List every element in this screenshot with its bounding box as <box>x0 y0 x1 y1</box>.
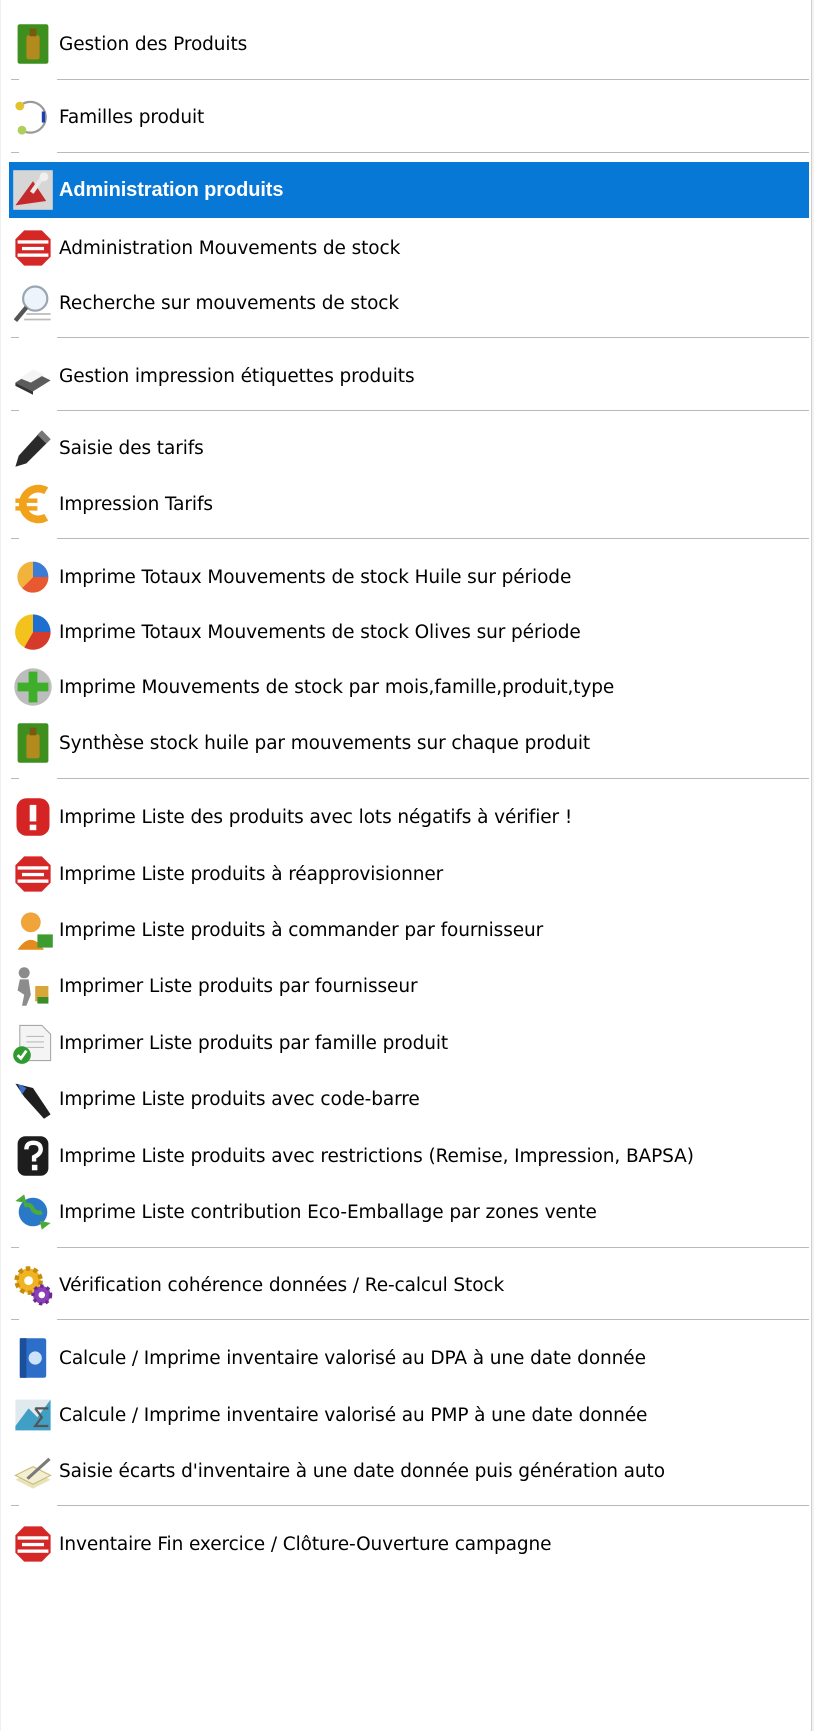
gears-icon <box>9 1261 57 1309</box>
menu-item-restrictions[interactable]: Imprime Liste produits avec restrictions… <box>9 1128 809 1184</box>
oil-bottle-icon <box>9 719 57 767</box>
stock-out-icon <box>9 850 57 898</box>
separator <box>11 79 809 80</box>
menu-item-produits-par-famille[interactable]: Imprimer Liste produits par famille prod… <box>9 1015 809 1071</box>
menu-item-label: Calcule / Imprime inventaire valorisé au… <box>59 1404 648 1426</box>
warning-icon <box>9 793 57 841</box>
menu-item-lots-negatifs[interactable]: Imprime Liste des produits avec lots nég… <box>9 789 809 845</box>
menu-item-label: Imprime Liste produits à commander par f… <box>59 919 544 941</box>
menu-item-label: Saisie des tarifs <box>59 437 204 459</box>
menu-item-label: Recherche sur mouvements de stock <box>59 292 399 314</box>
menu-item-totaux-huile[interactable]: Imprime Totaux Mouvements de stock Huile… <box>9 549 809 605</box>
oil-bottle-icon <box>9 20 57 68</box>
menu-item-label: Synthèse stock huile par mouvements sur … <box>59 732 591 754</box>
menu-item-saisie-tarifs[interactable]: Saisie des tarifs <box>9 420 809 476</box>
menu-item-label: Familles produit <box>59 106 205 128</box>
menu-item-label: Impression Tarifs <box>59 493 213 515</box>
pie-chart-3d-icon <box>9 608 57 656</box>
separator <box>11 538 809 539</box>
menu-item-reapprovisionner[interactable]: Imprime Liste produits à réapprovisionne… <box>9 846 809 902</box>
separator <box>11 1247 809 1248</box>
separator <box>11 1319 809 1320</box>
pie-chart-icon <box>9 553 57 601</box>
menu-item-code-barre[interactable]: Imprime Liste produits avec code-barre <box>9 1071 809 1127</box>
label-printer-icon <box>9 352 57 400</box>
menu-item-label: Imprime Liste produits avec code-barre <box>59 1088 420 1110</box>
menu-item-label: Imprime Liste des produits avec lots nég… <box>59 806 573 828</box>
menu-item-label: Imprime Liste contribution Eco-Emballage… <box>59 1201 597 1223</box>
separator <box>11 337 809 338</box>
euro-icon <box>9 480 57 528</box>
stock-out-icon <box>9 224 57 272</box>
add-green-icon <box>9 663 57 711</box>
delivery-man-icon <box>9 962 57 1010</box>
menu-item-label: Imprime Totaux Mouvements de stock Huile… <box>59 566 572 588</box>
menu-item-commander-fournisseur[interactable]: Imprime Liste produits à commander par f… <box>9 902 809 958</box>
menu-item-inventaire-pmp[interactable]: Calcule / Imprime inventaire valorisé au… <box>9 1387 809 1443</box>
menu-item-gestion-produits[interactable]: Gestion des Produits <box>9 16 809 72</box>
menu-item-label: Calcule / Imprime inventaire valorisé au… <box>59 1347 646 1369</box>
menu-item-label: Vérification cohérence données / Re-calc… <box>59 1274 505 1296</box>
menu-item-mouvements-par-mois[interactable]: Imprime Mouvements de stock par mois,fam… <box>9 659 809 715</box>
menu-item-label: Imprimer Liste produits par famille prod… <box>59 1032 449 1054</box>
separator <box>11 152 809 153</box>
menu-item-impression-etiquettes[interactable]: Gestion impression étiquettes produits <box>9 348 809 404</box>
supplier-person-icon <box>9 906 57 954</box>
stock-out-icon <box>9 1520 57 1568</box>
blue-book-icon <box>9 1334 57 1382</box>
menu-item-label: Gestion des Produits <box>59 33 248 55</box>
menu-item-inventaire-fin-exercice[interactable]: Inventaire Fin exercice / Clôture-Ouvert… <box>9 1516 809 1572</box>
product-family-icon <box>9 93 57 141</box>
menu-item-administration-produits[interactable]: Administration produits <box>9 162 809 218</box>
pen-icon <box>9 424 57 472</box>
menu-item-recherche-mouvements[interactable]: Recherche sur mouvements de stock <box>9 275 809 331</box>
menu-item-label: Gestion impression étiquettes produits <box>59 365 415 387</box>
document-check-icon <box>9 1019 57 1067</box>
menu-item-eco-emballage[interactable]: Imprime Liste contribution Eco-Emballage… <box>9 1184 809 1240</box>
magnifier-icon <box>9 279 57 327</box>
separator <box>11 410 809 411</box>
edit-notes-icon <box>9 1447 57 1495</box>
menu-item-label: Administration produits <box>59 178 284 201</box>
stock-menu: Gestion des Produits Familles produit Ad… <box>0 0 814 1731</box>
barcode-scanner-icon <box>9 1075 57 1123</box>
recycle-globe-icon <box>9 1188 57 1236</box>
menu-item-verification-coherence[interactable]: Vérification cohérence données / Re-calc… <box>9 1257 809 1313</box>
menu-item-label: Administration Mouvements de stock <box>59 237 401 259</box>
admin-tools-icon <box>9 166 57 214</box>
menu-item-label: Imprime Liste produits à réapprovisionne… <box>59 863 444 885</box>
menu-item-synthese-huile[interactable]: Synthèse stock huile par mouvements sur … <box>9 715 809 771</box>
sigma-icon <box>9 1391 57 1439</box>
menu-item-label: Inventaire Fin exercice / Clôture-Ouvert… <box>59 1533 552 1555</box>
menu-item-impression-tarifs[interactable]: Impression Tarifs <box>9 476 809 532</box>
separator <box>11 778 809 779</box>
menu-item-familles-produit[interactable]: Familles produit <box>9 89 809 145</box>
menu-item-administration-mouvements[interactable]: Administration Mouvements de stock <box>9 220 809 276</box>
separator <box>11 1505 809 1506</box>
menu-item-label: Imprime Liste produits avec restrictions… <box>59 1145 694 1167</box>
menu-item-inventaire-dpa[interactable]: Calcule / Imprime inventaire valorisé au… <box>9 1330 809 1386</box>
menu-item-label: Imprime Totaux Mouvements de stock Olive… <box>59 621 581 643</box>
menu-item-totaux-olives[interactable]: Imprime Totaux Mouvements de stock Olive… <box>9 604 809 660</box>
menu-item-label: Saisie écarts d'inventaire à une date do… <box>59 1460 665 1482</box>
question-mark-icon <box>9 1132 57 1180</box>
menu-item-ecarts-inventaire[interactable]: Saisie écarts d'inventaire à une date do… <box>9 1443 809 1499</box>
menu-item-label: Imprimer Liste produits par fournisseur <box>59 975 418 997</box>
menu-item-label: Imprime Mouvements de stock par mois,fam… <box>59 676 615 698</box>
menu-item-produits-par-fournisseur[interactable]: Imprimer Liste produits par fournisseur <box>9 958 809 1014</box>
